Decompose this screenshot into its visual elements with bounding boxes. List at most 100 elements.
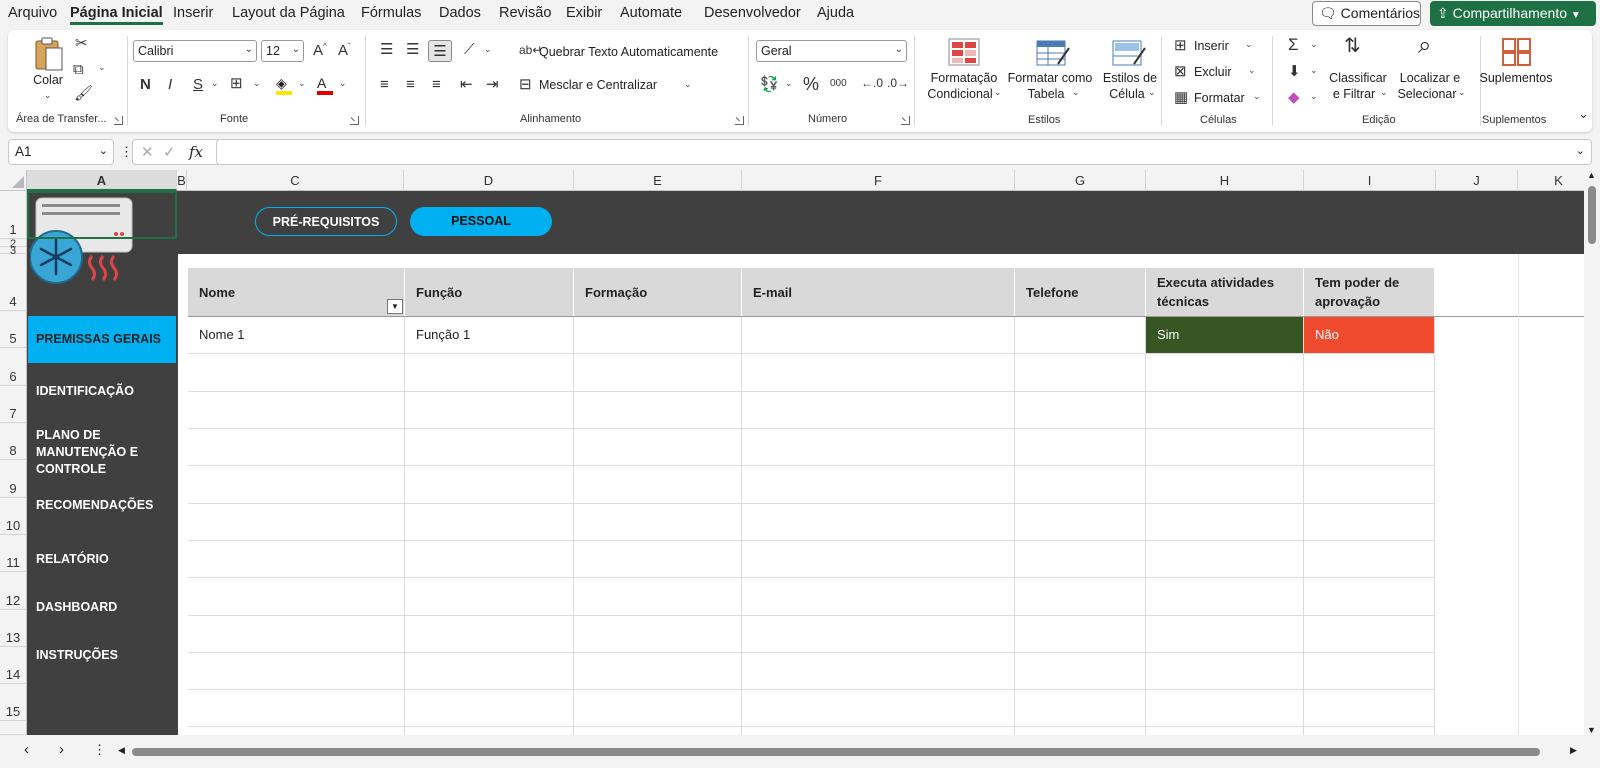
column-header-j[interactable]: J [1436, 170, 1518, 191]
addins-icon[interactable] [1502, 38, 1532, 69]
chevron-down-icon[interactable]: ⌄ [211, 78, 219, 89]
table-cell[interactable] [1304, 541, 1435, 578]
table-cell[interactable] [405, 466, 574, 504]
row-header-15[interactable]: 15 [0, 684, 27, 721]
table-cell[interactable] [405, 541, 574, 578]
format-painter-icon[interactable]: 🖌 [74, 86, 93, 101]
table-cell[interactable] [574, 317, 742, 354]
decrease-decimal-icon[interactable]: .0→ [887, 77, 909, 89]
table-cell[interactable] [742, 429, 1015, 466]
table-cell[interactable] [1304, 690, 1435, 727]
scroll-up-icon[interactable]: ▲ [1587, 170, 1596, 180]
table-cell[interactable] [1015, 317, 1146, 354]
table-cell[interactable] [1015, 429, 1146, 466]
chevron-down-icon[interactable]: ⌄ [1148, 87, 1156, 98]
sort-filter-icon[interactable]: ⇅ [1344, 36, 1361, 56]
table-cell[interactable]: Função 1 [405, 317, 574, 354]
format-as-table-label1[interactable]: Formatar como [1006, 70, 1094, 86]
row-header-14[interactable]: 14 [0, 647, 27, 684]
tab-revisao[interactable]: Revisão [499, 5, 551, 21]
table-cell[interactable] [405, 392, 574, 429]
selected-cell[interactable] [27, 191, 177, 239]
table-cell[interactable] [574, 354, 742, 392]
table-cell[interactable] [742, 653, 1015, 690]
worksheet-grid[interactable]: A B C D E F G H I J K PRÉ-REQUISITOS PES… [0, 170, 1584, 735]
table-cell[interactable] [1015, 578, 1146, 616]
row-header-13[interactable]: 13 [0, 610, 27, 647]
insert-cells-button[interactable]: Inserir [1194, 39, 1229, 53]
table-cell[interactable]: Sim [1146, 317, 1304, 354]
tab-exibir[interactable]: Exibir [566, 5, 602, 21]
column-header-f[interactable]: F [742, 170, 1015, 191]
tab-pre-requisitos[interactable]: PRÉ-REQUISITOS [255, 207, 397, 236]
orientation-icon[interactable]: ⟋ [464, 42, 475, 57]
tab-pagina-inicial[interactable]: Página Inicial [70, 5, 163, 25]
number-format-combo[interactable]: Geral ⌄ [756, 40, 907, 62]
table-cell[interactable] [742, 504, 1015, 541]
row-header-4[interactable]: 4 [0, 254, 27, 311]
align-top-icon[interactable]: ☰ [380, 42, 393, 57]
table-cell[interactable] [188, 616, 405, 653]
table-cell[interactable] [1015, 690, 1146, 727]
column-header-k[interactable]: K [1518, 170, 1584, 191]
prev-sheet-icon[interactable]: ‹ [24, 741, 29, 758]
font-size-combo[interactable]: 12 ⌄ [261, 40, 304, 62]
tab-arquivo[interactable]: Arquivo [8, 5, 57, 21]
table-cell[interactable] [742, 392, 1015, 429]
table-cell[interactable] [1146, 354, 1304, 392]
tab-layout[interactable]: Layout da Página [232, 5, 345, 21]
table-cell[interactable] [405, 578, 574, 616]
table-cell[interactable] [574, 504, 742, 541]
delete-cells-button[interactable]: Excluir [1194, 65, 1232, 79]
row-header-16[interactable] [0, 721, 27, 735]
table-cell[interactable] [188, 466, 405, 504]
more-sheets-icon[interactable]: ⋮ [93, 742, 106, 758]
format-cells-icon[interactable]: ▦ [1174, 90, 1188, 105]
column-header-d[interactable]: D [404, 170, 574, 191]
table-cell[interactable] [1015, 392, 1146, 429]
align-right-icon[interactable]: ≡ [432, 77, 441, 92]
row-header-10[interactable]: 10 [0, 498, 27, 535]
fill-icon[interactable]: ⬇ [1288, 64, 1301, 79]
cancel-icon[interactable]: ✕ [141, 143, 154, 161]
table-cell[interactable] [1146, 541, 1304, 578]
table-cell[interactable] [1146, 578, 1304, 616]
table-cell[interactable] [1015, 541, 1146, 578]
font-launcher-icon[interactable] [350, 116, 359, 125]
chevron-down-icon[interactable]: ⌄ [1310, 91, 1318, 102]
chevron-down-icon[interactable]: ⌄ [44, 90, 52, 101]
cut-icon[interactable]: ✂ [75, 36, 88, 51]
find-icon[interactable]: ⌕ [1418, 34, 1431, 58]
table-cell[interactable] [1304, 466, 1435, 504]
row-header-1[interactable]: 1 [0, 191, 27, 239]
table-cell[interactable] [188, 504, 405, 541]
table-cell[interactable] [405, 354, 574, 392]
table-cell[interactable] [574, 429, 742, 466]
chevron-down-icon[interactable]: ⌄ [1253, 91, 1261, 102]
column-header-a[interactable]: A [27, 170, 177, 191]
nav-instrucoes[interactable]: INSTRUÇÕES [28, 635, 176, 675]
table-cell[interactable] [405, 616, 574, 653]
increase-decimal-icon[interactable]: ←.0 [861, 77, 883, 89]
clipboard-launcher-icon[interactable] [114, 116, 123, 125]
chevron-down-icon[interactable]: ⌄ [994, 87, 1002, 98]
next-sheet-icon[interactable]: › [59, 741, 64, 758]
cell-styles-label1[interactable]: Estilos de [1102, 70, 1158, 86]
table-cell[interactable] [1146, 466, 1304, 504]
filter-dropdown-icon[interactable]: ▼ [387, 299, 403, 314]
row-header-8[interactable]: 8 [0, 423, 27, 460]
select-all-corner[interactable] [0, 170, 27, 191]
table-cell[interactable] [1304, 354, 1435, 392]
shrink-font-icon[interactable]: Aˇ [338, 43, 351, 59]
autosum-icon[interactable]: Σ [1288, 36, 1299, 53]
table-header-aprovacao[interactable]: Tem poder de aprovação [1304, 268, 1435, 316]
align-bottom-icon[interactable]: ☰ [428, 40, 452, 62]
row-header-6[interactable]: 6 [0, 348, 27, 386]
table-cell[interactable] [1304, 504, 1435, 541]
table-cell[interactable] [1015, 504, 1146, 541]
row-header-3[interactable]: 3 [0, 245, 27, 257]
table-cell[interactable] [1304, 653, 1435, 690]
table-cell[interactable] [742, 727, 1015, 735]
percent-button[interactable]: % [803, 75, 819, 93]
table-cell[interactable] [742, 354, 1015, 392]
